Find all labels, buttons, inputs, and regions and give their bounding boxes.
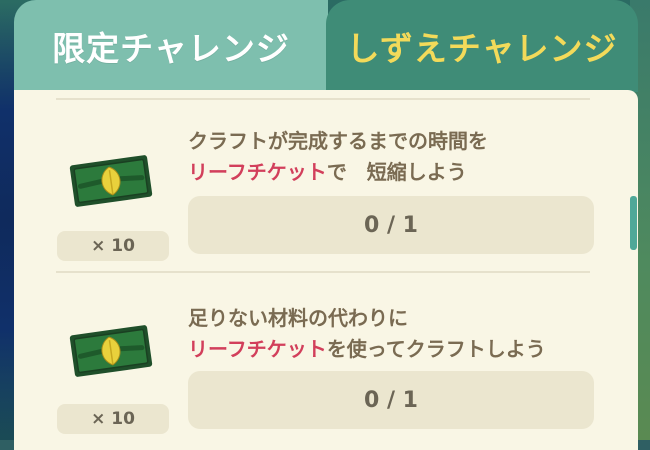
progress-label: 0 / 1 (364, 387, 418, 413)
scrollbar-thumb[interactable] (630, 196, 637, 250)
challenge-line2: リーフチケットを使ってクラフトしよう (188, 334, 546, 365)
challenge-description: 足りない材料の代わりに リーフチケットを使ってクラフトしよう (188, 303, 546, 365)
reward-count: × 10 (57, 404, 169, 434)
divider (56, 271, 590, 273)
reward-count-label: × 10 (91, 409, 135, 429)
leaf-ticket-icon (69, 155, 153, 207)
challenge-line1: 足りない材料の代わりに (188, 306, 408, 330)
reward-count: × 10 (57, 231, 169, 261)
challenge-line2-rest: で 短縮しよう (326, 160, 467, 184)
challenge-line1: クラフトが完成するまでの時間を (188, 129, 488, 153)
tab-isabelle-challenge[interactable]: しずえチャレンジ (326, 0, 638, 92)
challenge-progress: 0 / 1 (188, 196, 594, 254)
tab-limited-challenge-label: 限定チャレンジ (52, 29, 290, 68)
challenge-line2: リーフチケットで 短縮しよう (188, 157, 488, 188)
challenge-description: クラフトが完成するまでの時間を リーフチケットで 短縮しよう (188, 126, 488, 188)
divider (56, 98, 590, 100)
challenge-progress: 0 / 1 (188, 371, 594, 429)
leaf-ticket-highlight: リーフチケット (188, 160, 327, 184)
reward-count-label: × 10 (91, 236, 135, 256)
leaf-ticket-icon (69, 325, 153, 377)
challenge-line2-rest: を使ってクラフトしよう (326, 337, 546, 361)
progress-label: 0 / 1 (364, 212, 418, 238)
tab-limited-challenge[interactable]: 限定チャレンジ (14, 0, 328, 92)
leaf-ticket-highlight: リーフチケット (188, 337, 327, 361)
tab-isabelle-challenge-label: しずえチャレンジ (346, 29, 618, 68)
